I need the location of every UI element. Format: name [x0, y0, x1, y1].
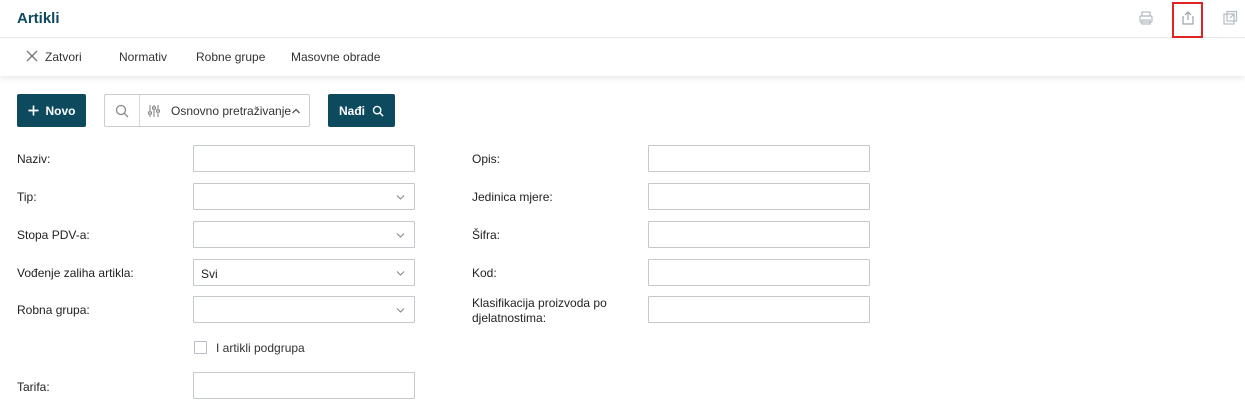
vodenje-zaliha-select[interactable]: Svi: [193, 259, 415, 286]
filter-sliders-icon: [148, 105, 160, 117]
robna-grupa-label: Robna grupa:: [17, 303, 90, 317]
kod-field[interactable]: [648, 259, 870, 286]
toolbar-item-robne-grupe[interactable]: Robne grupe: [196, 50, 265, 64]
klasifikacija-field[interactable]: [648, 296, 870, 323]
print-icon[interactable]: [1136, 8, 1156, 28]
tarifa-label: Tarifa:: [17, 380, 50, 394]
chevron-down-icon: [396, 195, 405, 200]
jedinica-mjere-field[interactable]: [648, 183, 870, 210]
share-button-highlight: [1172, 2, 1203, 38]
search-icon: [115, 104, 129, 118]
search-mode-label: Osnovno pretraživanje: [171, 104, 292, 118]
vodenje-zaliha-select-value: Svi: [201, 267, 218, 281]
jedinica-mjere-label: Jedinica mjere:: [472, 190, 553, 204]
close-icon[interactable]: [26, 50, 38, 62]
toolbar: Zatvori Normativ Robne grupe Masovne obr…: [0, 39, 1245, 76]
new-button[interactable]: Novo: [17, 94, 86, 127]
page-title: Artikli: [17, 10, 60, 27]
close-button[interactable]: Zatvori: [45, 50, 82, 64]
find-button-label: Nađi: [338, 103, 365, 118]
stopa-pdv-label: Stopa PDV-a:: [17, 228, 90, 242]
opis-field[interactable]: [648, 145, 870, 172]
page-header: Artikli: [0, 0, 1245, 38]
kod-label: Kod:: [472, 266, 497, 280]
new-button-label: Novo: [45, 103, 76, 118]
search-icon: [372, 105, 384, 117]
naziv-field[interactable]: [193, 145, 415, 172]
plus-icon: [27, 105, 39, 116]
tarifa-field[interactable]: [193, 372, 415, 399]
search-divider: [139, 95, 140, 126]
chevron-down-icon: [396, 271, 405, 276]
stopa-pdv-select[interactable]: [193, 221, 415, 248]
naziv-label: Naziv:: [17, 152, 51, 166]
chevron-down-icon: [396, 233, 405, 238]
find-button[interactable]: Nađi: [328, 94, 395, 127]
sifra-field[interactable]: [648, 221, 870, 248]
tip-select[interactable]: [193, 183, 415, 210]
open-external-icon[interactable]: [1220, 8, 1240, 28]
klasifikacija-label: Klasifikacija proizvoda po djelatnostima…: [472, 296, 607, 325]
tip-label: Tip:: [17, 190, 37, 204]
podgrupe-checkbox-label: I artikli podgrupa: [216, 341, 305, 355]
search-mode-dropdown[interactable]: Osnovno pretraživanje: [104, 94, 310, 127]
vodenje-zaliha-label: Vođenje zaliha artikla:: [17, 266, 134, 280]
chevron-down-icon: [396, 308, 405, 313]
opis-label: Opis:: [472, 152, 501, 166]
toolbar-item-normativ[interactable]: Normativ: [119, 50, 167, 64]
toolbar-item-masovne-obrade[interactable]: Masovne obrade: [291, 50, 380, 64]
robna-grupa-select[interactable]: [193, 296, 415, 323]
sifra-label: Šifra:: [472, 228, 501, 242]
chevron-up-icon: [292, 108, 300, 114]
podgrupe-checkbox[interactable]: [194, 341, 207, 354]
